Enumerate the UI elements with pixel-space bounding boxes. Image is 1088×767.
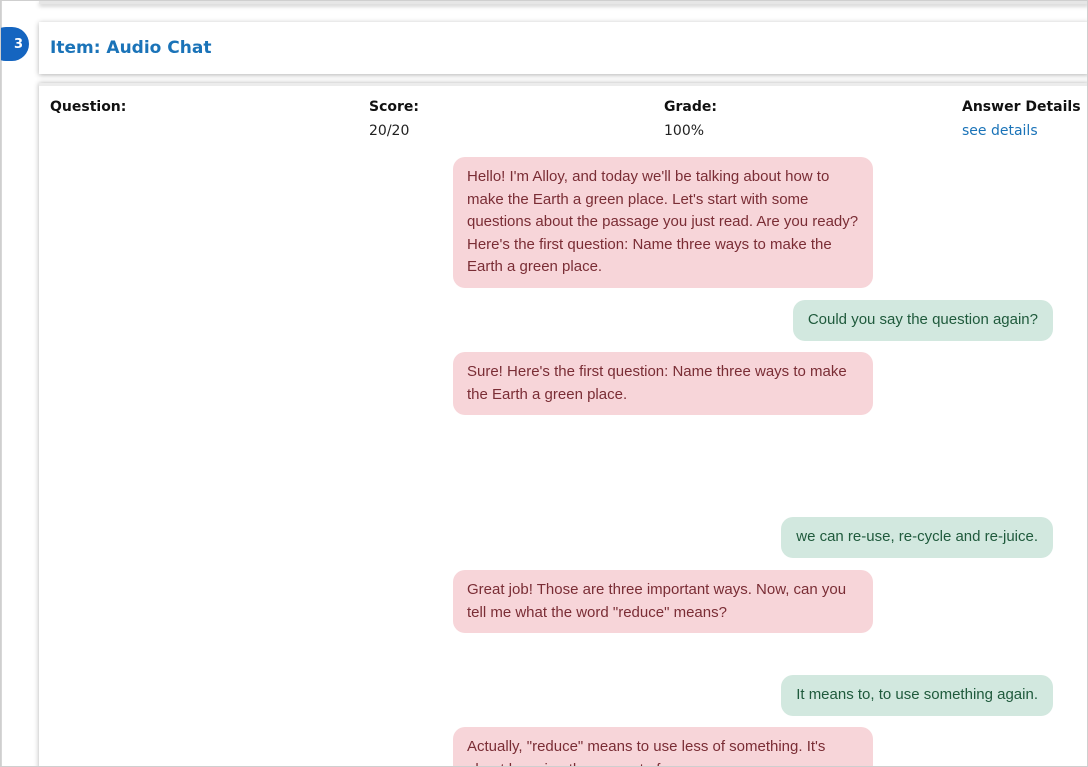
score-label: Score: xyxy=(369,99,419,115)
chat-message-ai: Great job! Those are three important way… xyxy=(453,570,873,633)
grade-label: Grade: xyxy=(664,99,717,115)
chat-message-user: Could you say the question again? xyxy=(792,300,1053,341)
item-header: Item: Audio Chat xyxy=(39,22,1087,74)
item-title: Item: Audio Chat xyxy=(50,38,212,58)
score-value: 20/20 xyxy=(369,123,410,139)
question-label: Question: xyxy=(50,99,127,115)
answer-details-label: Answer Details xyxy=(962,99,1081,115)
grade-value: 100% xyxy=(664,123,705,139)
chat-message-user: we can re-use, re-cycle and re-juice. xyxy=(781,517,1053,558)
chat-message-ai: Actually, "reduce" means to use less of … xyxy=(453,727,873,766)
see-details-link[interactable]: see details xyxy=(962,123,1038,139)
card-divider xyxy=(39,83,1087,86)
previous-card-edge xyxy=(39,1,1087,4)
left-rail xyxy=(1,1,2,766)
item-number-badge: 3 xyxy=(1,27,29,61)
chat-message-ai: Sure! Here's the first question: Name th… xyxy=(453,352,873,415)
page-frame: Item: Audio Chat 3 Question: Score: 20/2… xyxy=(0,0,1088,767)
chat-message-user: It means to, to use something again. xyxy=(781,675,1053,716)
item-card-body: Question: Score: 20/20 Grade: 100% Answe… xyxy=(39,83,1087,766)
chat-message-ai: Hello! I'm Alloy, and today we'll be tal… xyxy=(453,157,873,288)
